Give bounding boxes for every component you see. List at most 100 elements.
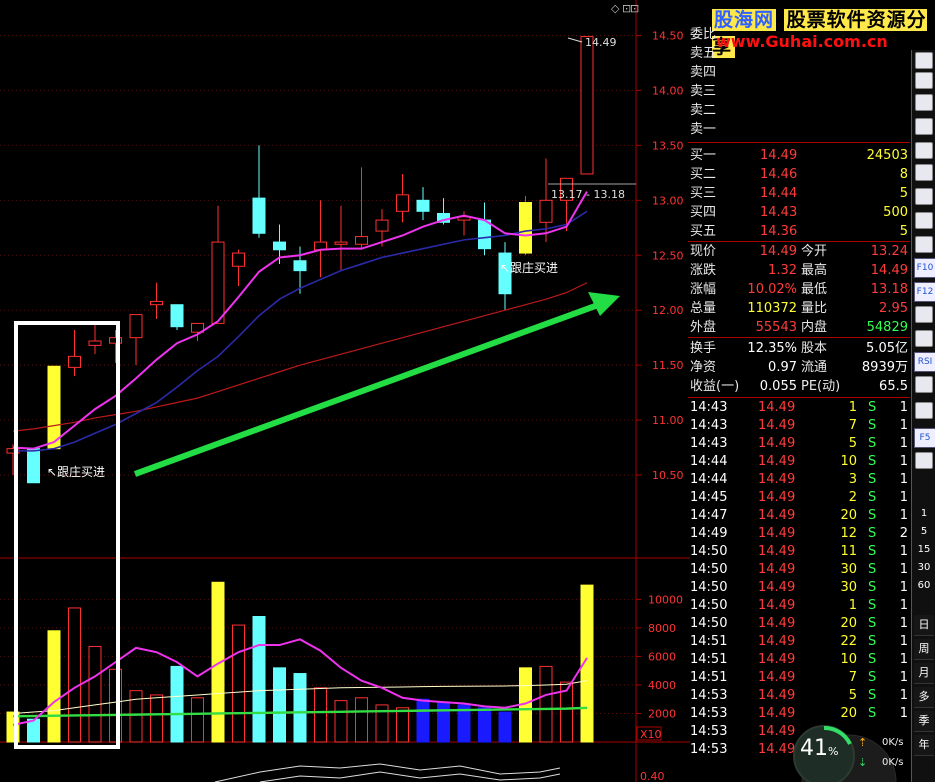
tick-side: S	[868, 562, 877, 577]
stat-value: 13.24	[870, 244, 908, 259]
arrow-icon[interactable]	[915, 94, 933, 111]
window-icon[interactable]: ⊡	[630, 2, 639, 15]
volume-bar	[437, 701, 450, 743]
move-icon[interactable]	[915, 376, 933, 393]
candle-body	[375, 219, 389, 232]
tick-side: S	[868, 490, 877, 505]
list-icon[interactable]	[915, 52, 933, 69]
tick-side: S	[868, 634, 877, 649]
tick-time: 14:53	[690, 706, 728, 721]
stat-label: 今开	[801, 244, 828, 259]
stat-row: 涨幅 10.02% 最低 13.18	[688, 281, 910, 299]
price-tick-label: 13.00	[652, 194, 684, 207]
tick-price: 14.49	[758, 598, 796, 613]
volume-bar	[27, 718, 40, 743]
tick-volume: 20	[840, 706, 857, 721]
tick-volume: 20	[840, 508, 857, 523]
tick-count: 1	[899, 688, 908, 703]
tick-price: 14.49	[758, 688, 796, 703]
volume-bar	[355, 697, 368, 743]
stat-row: 涨跌 1.32 最高 14.49	[688, 262, 910, 280]
period-15-button[interactable]: 15	[914, 541, 934, 559]
tick-side: S	[868, 580, 877, 595]
grid-icon[interactable]	[915, 236, 933, 253]
draw-icon[interactable]	[915, 402, 933, 419]
volume-bar	[47, 630, 61, 743]
fund-value: 12.35%	[747, 341, 797, 356]
diamond-icon[interactable]: ◇	[611, 2, 619, 15]
price-tick-label: 10.50	[652, 469, 684, 482]
bid-price: 14.46	[760, 167, 798, 182]
bid-label: 买五	[690, 224, 717, 239]
tick-side: S	[868, 688, 877, 703]
fin-icon[interactable]	[915, 188, 933, 205]
trade-tick-row: 14:50 14.49 20 S 1	[688, 615, 910, 633]
tick-time: 14:47	[690, 508, 728, 523]
f5-icon[interactable]: F5	[914, 428, 935, 448]
stat-label: 内盘	[801, 320, 828, 335]
price-tick-label: 13.50	[652, 139, 684, 152]
volume-bar	[170, 665, 184, 743]
tick-side: S	[868, 598, 877, 613]
volume-bar	[88, 645, 102, 743]
tick-volume: 7	[848, 418, 857, 433]
period-tab[interactable]: 季	[914, 711, 934, 732]
f12-icon[interactable]: F12	[914, 282, 935, 302]
candle-body	[88, 340, 102, 346]
ask-row: 卖三	[688, 83, 910, 101]
period-30-button[interactable]: 30	[914, 559, 934, 577]
tick-price: 14.49	[758, 436, 796, 451]
tick-count: 1	[899, 634, 908, 649]
price-tick-label: 11.50	[652, 359, 684, 372]
fund-value: 65.5	[879, 379, 908, 394]
high-price-label: 14.49	[585, 36, 617, 49]
tick-time: 14:50	[690, 562, 728, 577]
tick-count: 1	[899, 598, 908, 613]
stat-label: 最高	[801, 263, 828, 278]
kline-chart[interactable]: 14.50 14.00 13.50 13.00 12.50 12.00 11.50 11.00…	[0, 0, 690, 782]
tick-volume: 10	[840, 454, 857, 469]
rsi-icon[interactable]: RSI	[914, 352, 935, 372]
line-chart-icon[interactable]	[915, 142, 933, 159]
settings-icon[interactable]	[915, 306, 933, 323]
wave-icon[interactable]	[915, 330, 933, 347]
period-tab[interactable]: 日	[914, 615, 934, 636]
ask-row: 卖五	[688, 45, 910, 63]
fund-label: 收益(一)	[690, 379, 740, 394]
tick-time: 14:53	[690, 688, 728, 703]
candle-icon[interactable]	[915, 164, 933, 181]
candle-body	[150, 300, 163, 306]
candle-body	[232, 252, 245, 267]
chart-canvas[interactable]: 14.50 14.00 13.50 13.00 12.50 12.00 11.50 11.00…	[0, 0, 690, 782]
bid-label: 买二	[690, 167, 717, 182]
tick-volume: 2	[848, 490, 857, 505]
volume-bar	[498, 711, 512, 743]
stat-value: 10.02%	[747, 282, 797, 297]
tick-time: 14:49	[690, 526, 728, 541]
period-tab[interactable]: 周	[914, 639, 934, 660]
fund-value: 0.055	[759, 379, 797, 394]
bid-label: 买三	[690, 186, 717, 201]
period-1-button[interactable]: 1	[914, 505, 934, 523]
fund-value: 8939万	[861, 360, 908, 375]
price-tick-label: 12.50	[652, 249, 684, 262]
period-tab[interactable]: 月	[914, 663, 934, 684]
kline-icon[interactable]	[915, 212, 933, 229]
diamond-icon[interactable]	[915, 72, 933, 89]
refresh-icon[interactable]	[915, 452, 933, 469]
period-5-button[interactable]: 5	[914, 523, 934, 541]
tick-time: 14:50	[690, 616, 728, 631]
candle-body	[27, 448, 40, 484]
period-tab[interactable]: 多	[914, 687, 934, 708]
volume-bar	[293, 673, 307, 743]
volume-unit-label: X10	[640, 728, 662, 741]
price-tick-label: 14.50	[652, 29, 684, 42]
period-60-button[interactable]: 60	[914, 577, 934, 595]
f10-icon[interactable]: F10	[914, 258, 935, 278]
tick-price: 14.49	[758, 706, 796, 721]
bar-chart-icon[interactable]	[915, 118, 933, 135]
fund-label: 净资	[690, 360, 717, 375]
period-tab[interactable]: 年	[914, 735, 934, 756]
tick-volume: 3	[848, 472, 857, 487]
tick-count: 1	[899, 580, 908, 595]
